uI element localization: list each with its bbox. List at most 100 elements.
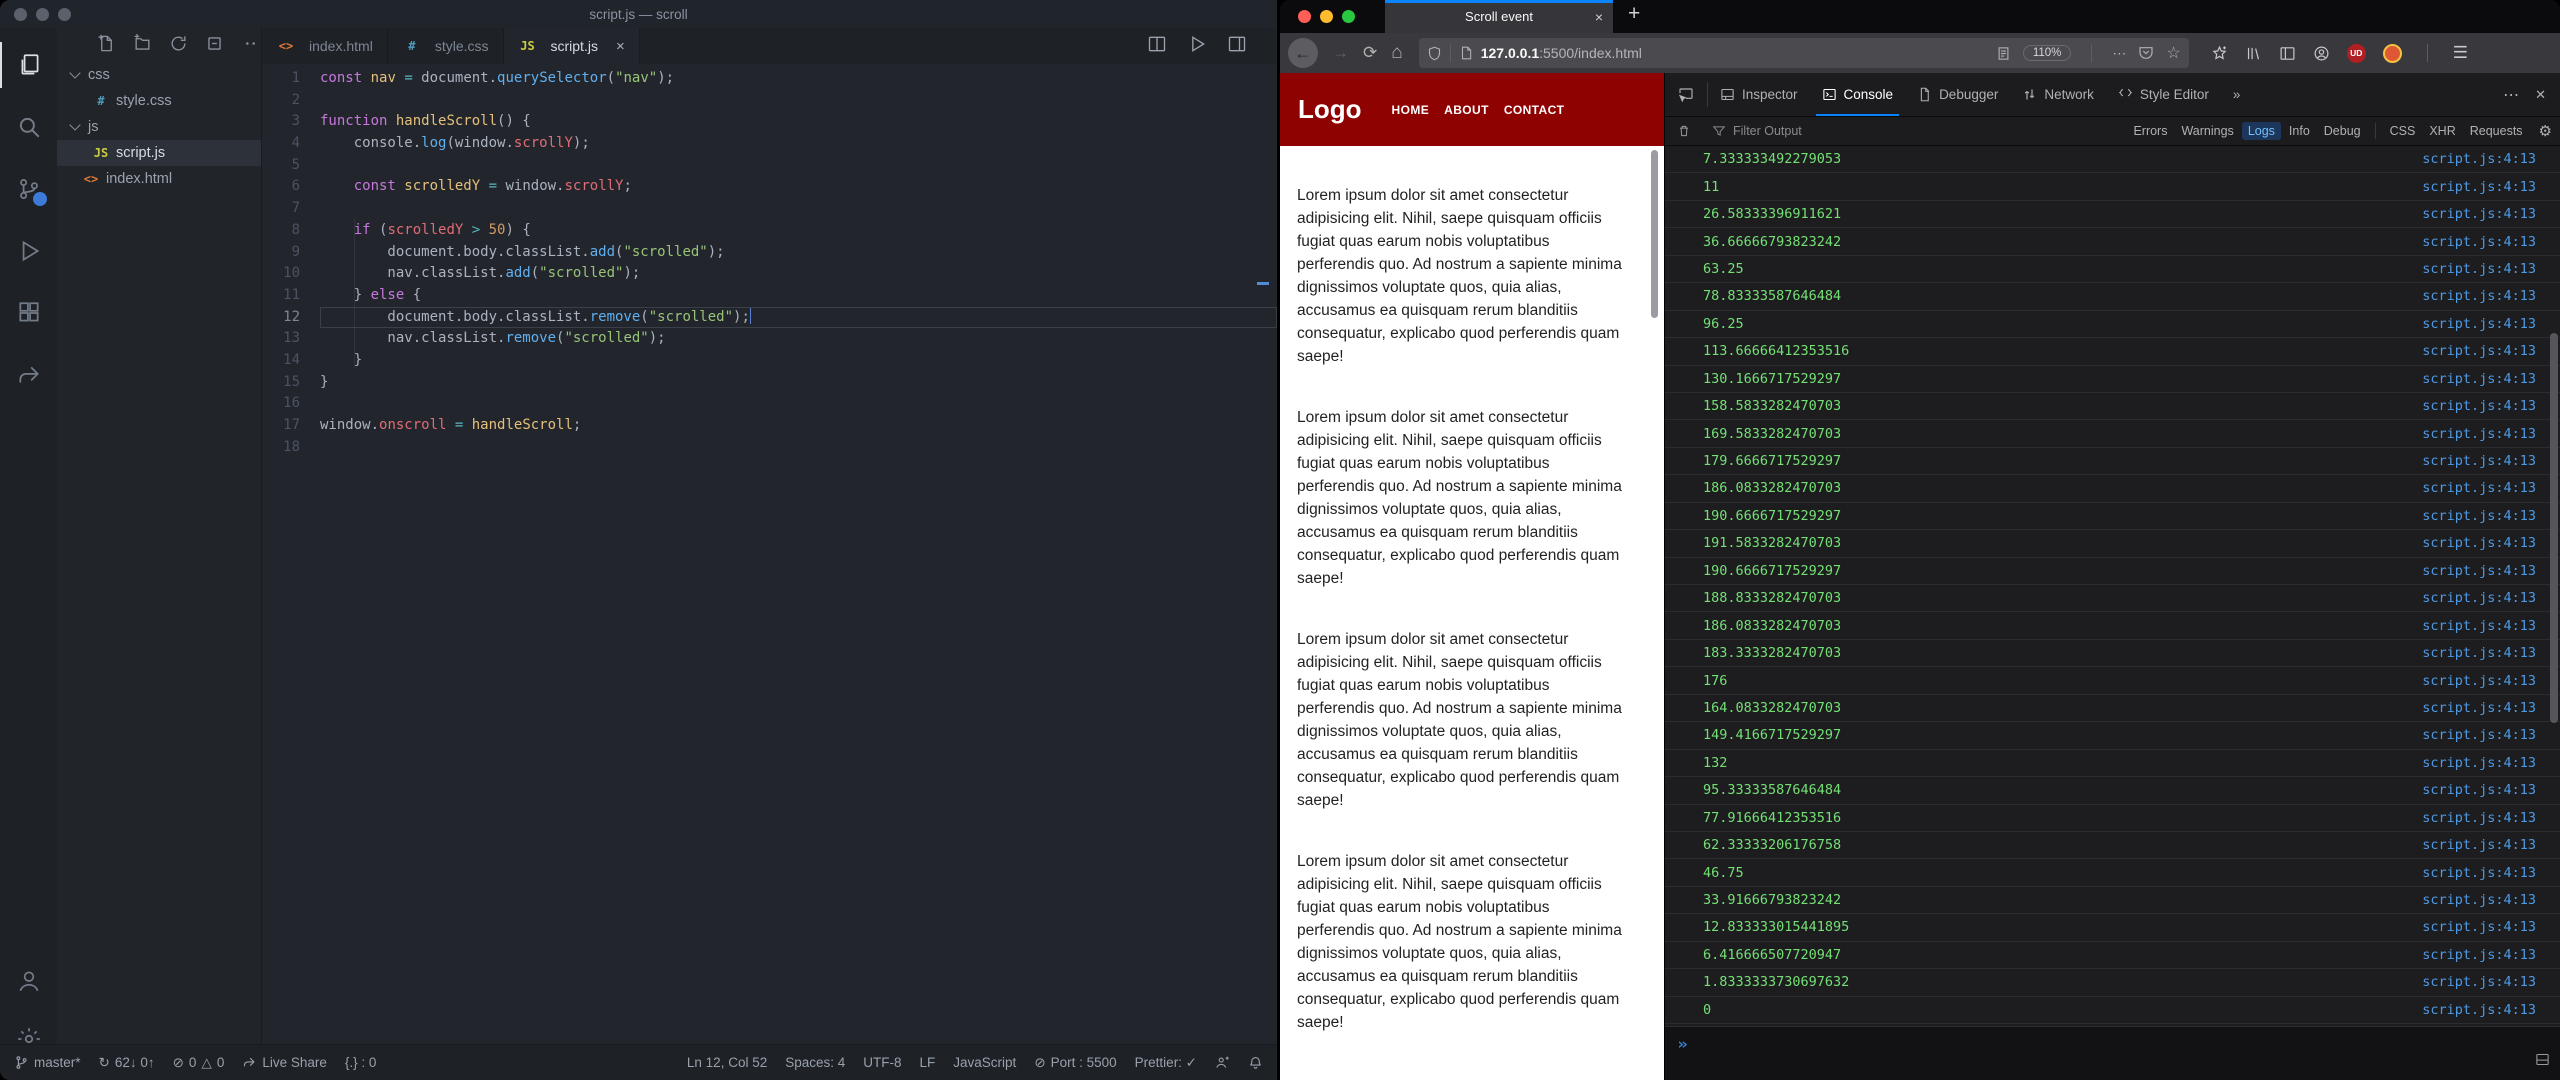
pocket-icon[interactable]: [2138, 45, 2154, 61]
more-tools-chevron-icon[interactable]: »: [2221, 73, 2253, 116]
indentation-status[interactable]: Spaces: 4: [785, 1055, 845, 1070]
log-source-link[interactable]: script.js:4:13: [2422, 947, 2560, 963]
collapse-folders-icon[interactable]: [205, 34, 224, 53]
console-log-row[interactable]: 11 script.js:4:13: [1665, 173, 2560, 201]
log-source-link[interactable]: script.js:4:13: [2422, 563, 2560, 579]
log-source-link[interactable]: script.js:4:13: [2422, 508, 2560, 524]
log-source-link[interactable]: script.js:4:13: [2422, 343, 2560, 359]
console-log-row[interactable]: 12.833333015441895 script.js:4:13: [1665, 914, 2560, 942]
devtools-tab-inspector[interactable]: Inspector: [1708, 73, 1810, 116]
devtools-close-icon[interactable]: ✕: [2535, 87, 2546, 103]
log-source-link[interactable]: script.js:4:13: [2422, 755, 2560, 771]
log-source-link[interactable]: script.js:4:13: [2422, 892, 2560, 908]
tree-item-css[interactable]: css: [57, 62, 261, 88]
console-log-row[interactable]: 62.33333206176758 script.js:4:13: [1665, 832, 2560, 860]
braces-counter-status[interactable]: {.} : 0: [345, 1055, 377, 1070]
log-source-link[interactable]: script.js:4:13: [2422, 535, 2560, 551]
log-source-link[interactable]: script.js:4:13: [2422, 426, 2560, 442]
log-source-link[interactable]: script.js:4:13: [2422, 865, 2560, 881]
console-log-row[interactable]: 191.5833282470703 script.js:4:13: [1665, 530, 2560, 558]
site-nav-link-contact[interactable]: CONTACT: [1504, 103, 1565, 117]
tree-item-js[interactable]: js: [57, 114, 261, 140]
encoding-status[interactable]: UTF-8: [863, 1055, 901, 1070]
log-source-link[interactable]: script.js:4:13: [2422, 480, 2560, 496]
bookmark-add-icon[interactable]: [2211, 45, 2228, 62]
tab-close-icon[interactable]: ×: [1595, 9, 1603, 25]
console-log-row[interactable]: 130.1666717529297 script.js:4:13: [1665, 366, 2560, 393]
tree-item-script.js[interactable]: JS script.js: [57, 140, 261, 166]
log-source-link[interactable]: script.js:4:13: [2422, 453, 2560, 469]
explorer-icon[interactable]: [0, 42, 57, 88]
log-source-link[interactable]: script.js:4:13: [2422, 288, 2560, 304]
menu-hamburger-icon[interactable]: ☰: [2453, 43, 2468, 63]
console-log-row[interactable]: 164.0833282470703 script.js:4:13: [1665, 695, 2560, 723]
account-icon[interactable]: [2313, 45, 2330, 62]
tree-item-index.html[interactable]: <> index.html: [57, 166, 261, 192]
console-log-row[interactable]: 169.5833282470703 script.js:4:13: [1665, 420, 2560, 448]
vscode-window-controls[interactable]: [14, 8, 71, 21]
log-source-link[interactable]: script.js:4:13: [2422, 700, 2560, 716]
firefox-window-controls[interactable]: [1298, 10, 1355, 23]
page-actions-icon[interactable]: ⋯: [2112, 45, 2126, 62]
console-settings-gear-icon[interactable]: ⚙: [2539, 122, 2552, 140]
site-nav-link-home[interactable]: HOME: [1392, 103, 1430, 117]
git-branch-status[interactable]: master*: [14, 1055, 81, 1070]
console-log-row[interactable]: 113.66666412353516 script.js:4:13: [1665, 338, 2560, 366]
page-info-icon[interactable]: [1459, 46, 1473, 60]
tree-item-style.css[interactable]: # style.css: [57, 88, 261, 114]
code-line-17[interactable]: 17 window.onscroll = handleScroll;: [262, 415, 1277, 437]
log-source-link[interactable]: script.js:4:13: [2422, 261, 2560, 277]
tab-close-icon[interactable]: ×: [616, 38, 625, 55]
code-line-3[interactable]: 3 function handleScroll() {: [262, 111, 1277, 133]
log-source-link[interactable]: script.js:4:13: [2422, 837, 2560, 853]
devtools-meatball-menu-icon[interactable]: ⋯: [2503, 85, 2519, 105]
console-log-row[interactable]: 26.58333396911621 script.js:4:13: [1665, 201, 2560, 229]
console-log-row[interactable]: 6.416666507720947 script.js:4:13: [1665, 942, 2560, 970]
url-bar[interactable]: 127.0.0.1:5500/index.html 110% ⋯ ☆: [1418, 38, 2189, 68]
pick-element-icon[interactable]: [1665, 73, 1707, 116]
code-line-16[interactable]: 16: [262, 393, 1277, 415]
browser-tab[interactable]: Scroll event ×: [1385, 0, 1613, 33]
code-line-12[interactable]: 12 document.body.classList.remove("scrol…: [262, 306, 1277, 329]
console-log-row[interactable]: 158.5833282470703 script.js:4:13: [1665, 393, 2560, 421]
console-log-row[interactable]: 7.333333492279053 script.js:4:13: [1665, 146, 2560, 174]
console-log-row[interactable]: 33.91666793823242 script.js:4:13: [1665, 887, 2560, 915]
library-icon[interactable]: [2245, 45, 2262, 62]
console-log-row[interactable]: 183.3333282470703 script.js:4:13: [1665, 640, 2560, 668]
language-mode-status[interactable]: JavaScript: [953, 1055, 1016, 1070]
code-line-8[interactable]: 8 if (scrolledY > 50) {: [262, 220, 1277, 242]
notifications-bell-icon[interactable]: [1248, 1055, 1263, 1070]
log-source-link[interactable]: script.js:4:13: [2422, 316, 2560, 332]
console-log-row[interactable]: 190.6666717529297 script.js:4:13: [1665, 503, 2560, 531]
devtools-tab-network[interactable]: Network: [2010, 73, 2106, 116]
log-source-link[interactable]: script.js:4:13: [2422, 398, 2560, 414]
console-log-row[interactable]: 77.91666412353516 script.js:4:13: [1665, 805, 2560, 832]
console-scrollbar-thumb[interactable]: [2550, 333, 2558, 723]
account-icon[interactable]: [0, 958, 57, 1004]
filter-button-warnings[interactable]: Warnings: [2175, 122, 2239, 140]
feedback-icon[interactable]: [1215, 1055, 1230, 1070]
console-log-row[interactable]: 186.0833282470703 script.js:4:13: [1665, 475, 2560, 503]
live-server-port-status[interactable]: ⊘ Port : 5500: [1034, 1055, 1116, 1071]
console-log-row[interactable]: 95.33333587646484 script.js:4:13: [1665, 777, 2560, 805]
run-debug-icon[interactable]: [0, 228, 57, 274]
clear-console-icon[interactable]: [1677, 124, 1691, 138]
console-log-row[interactable]: 46.75 script.js:4:13: [1665, 859, 2560, 887]
filter-button-requests[interactable]: Requests: [2464, 122, 2529, 140]
log-source-link[interactable]: script.js:4:13: [2422, 371, 2560, 387]
console-log-row[interactable]: 188.8333282470703 script.js:4:13: [1665, 585, 2560, 613]
refresh-explorer-icon[interactable]: [169, 34, 188, 53]
log-source-link[interactable]: script.js:4:13: [2422, 645, 2560, 661]
filter-button-debug[interactable]: Debug: [2318, 122, 2367, 140]
sidebar-toggle-icon[interactable]: [2279, 45, 2296, 62]
log-source-link[interactable]: script.js:4:13: [2422, 782, 2560, 798]
duckduckgo-icon[interactable]: [2382, 43, 2402, 63]
source-control-icon[interactable]: [0, 166, 57, 212]
live-share-status[interactable]: Live Share: [242, 1055, 327, 1070]
console-log-row[interactable]: 1.8333333730697632 script.js:4:13: [1665, 969, 2560, 997]
code-line-6[interactable]: 6 const scrolledY = window.scrollY;: [262, 176, 1277, 198]
code-line-11[interactable]: 11 } else {: [262, 285, 1277, 307]
console-log-row[interactable]: 179.6666717529297 script.js:4:13: [1665, 448, 2560, 476]
code-line-4[interactable]: 4 console.log(window.scrollY);: [262, 133, 1277, 155]
log-source-link[interactable]: script.js:4:13: [2422, 810, 2560, 826]
